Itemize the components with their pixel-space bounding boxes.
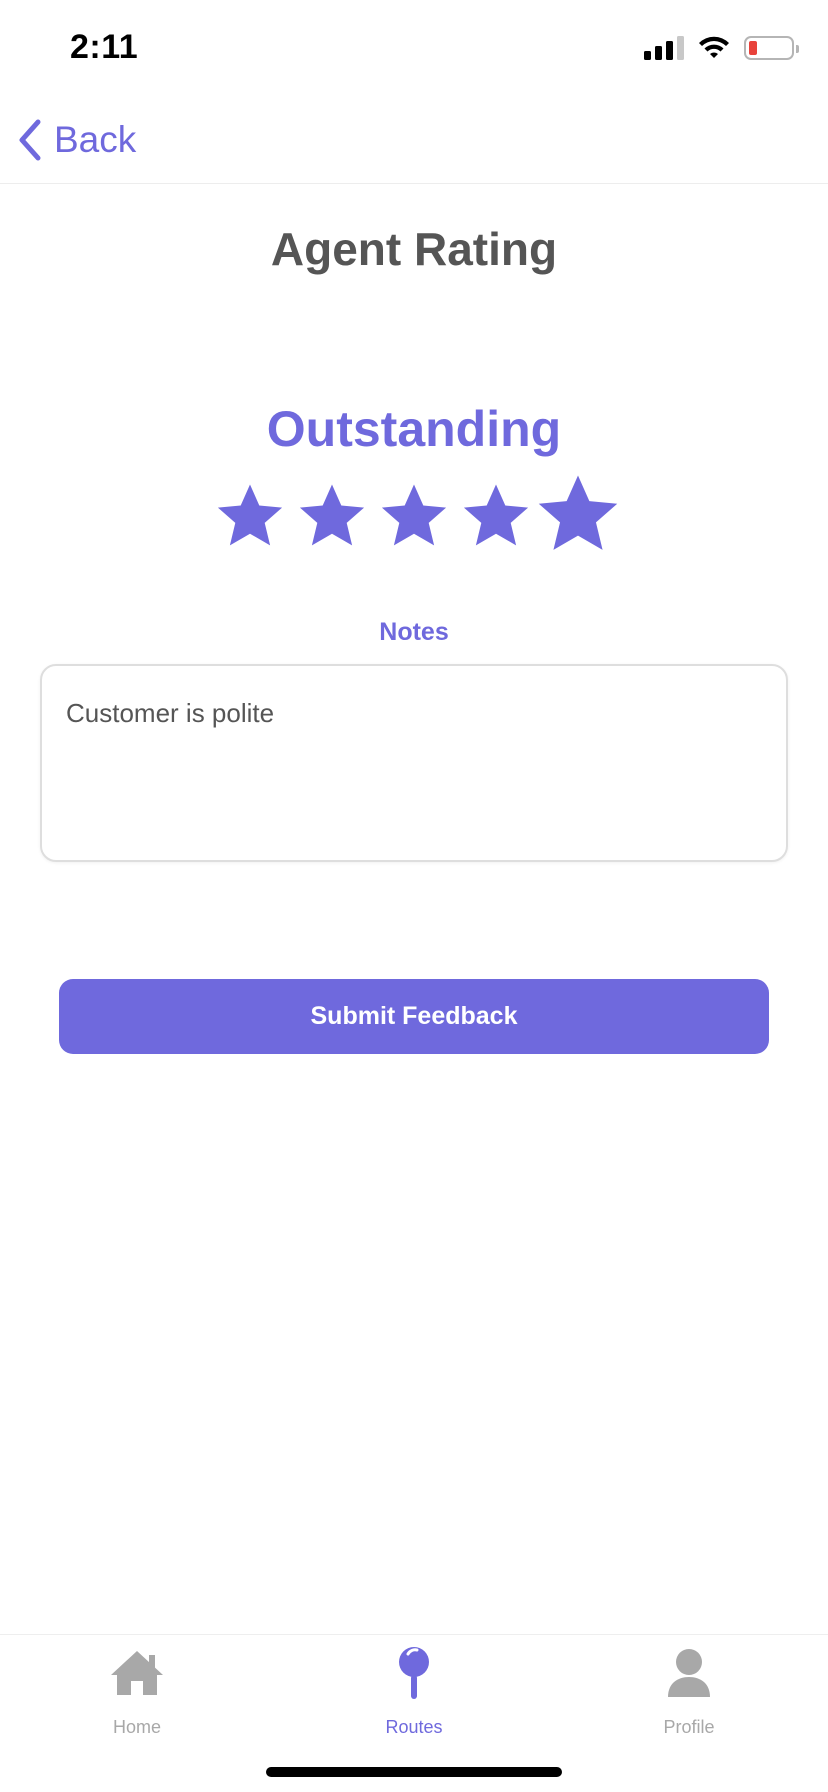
chevron-left-icon	[19, 119, 41, 161]
star-1-icon[interactable]	[214, 480, 286, 552]
page-title: Agent Rating	[270, 223, 558, 275]
star-2-icon[interactable]	[296, 480, 368, 552]
tab-profile-label: Profile	[663, 1717, 715, 1737]
star-5-icon[interactable]	[534, 470, 622, 558]
star-rating[interactable]	[0, 470, 828, 570]
star-4-icon[interactable]	[460, 480, 532, 552]
submit-feedback-label: Submit Feedback	[310, 1002, 518, 1030]
notes-textarea[interactable]: Customer is polite	[40, 664, 788, 862]
status-icons	[644, 36, 799, 60]
tab-home-label: Home	[112, 1717, 161, 1737]
star-3-icon[interactable]	[378, 480, 450, 552]
house-icon	[111, 1651, 163, 1695]
wifi-icon	[699, 36, 729, 58]
back-label: Back	[54, 119, 137, 160]
cellular-signal-icon	[644, 36, 684, 60]
status-bar: 2:11	[0, 0, 828, 100]
status-time: 2:11	[70, 28, 139, 66]
tab-home[interactable]: Home	[57, 1645, 217, 1738]
tab-routes-label: Routes	[385, 1717, 443, 1737]
navigation-bar: Back	[0, 100, 828, 184]
battery-icon	[744, 36, 799, 60]
rating-label: Outstanding	[266, 401, 562, 457]
home-indicator	[266, 1767, 562, 1777]
submit-feedback-button[interactable]: Submit Feedback	[59, 979, 769, 1054]
map-pin-icon	[399, 1647, 429, 1699]
notes-label: Notes	[379, 618, 449, 646]
notes-text: Customer is polite	[66, 698, 275, 728]
tab-routes[interactable]: Routes	[334, 1645, 494, 1738]
tab-profile[interactable]: Profile	[609, 1645, 769, 1738]
back-button[interactable]: Back	[16, 118, 136, 162]
person-icon	[668, 1649, 710, 1697]
